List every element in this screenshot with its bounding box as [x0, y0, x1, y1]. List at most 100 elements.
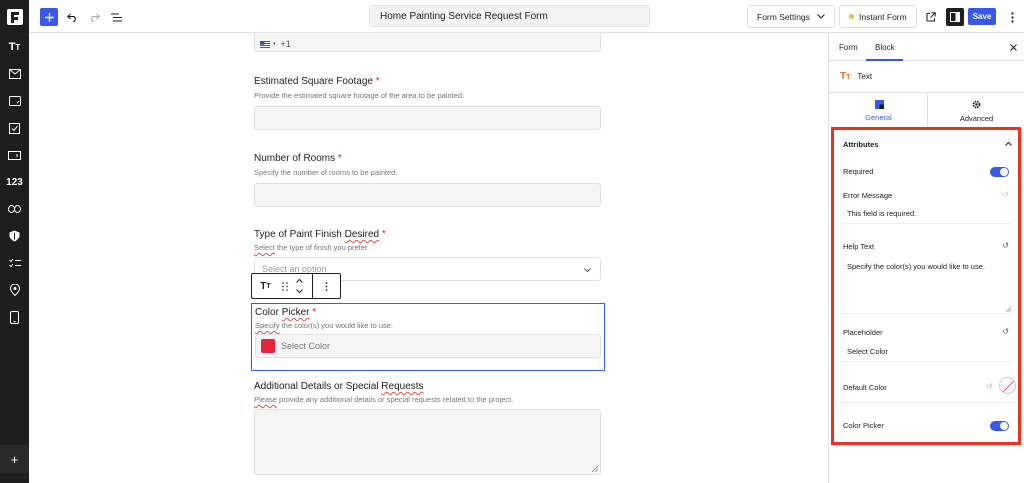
more-options-icon[interactable] — [1003, 8, 1021, 26]
add-block-button[interactable]: + — [0, 445, 29, 473]
block-inserter-button[interactable] — [40, 8, 58, 26]
help-text: the color(s) you would like to use. — [279, 321, 393, 330]
help-text-misspelled: Specify — [255, 321, 280, 330]
move-up-icon[interactable] — [293, 276, 305, 286]
reset-icon[interactable]: ↺ — [1002, 241, 1009, 250]
text-icon: TT — [840, 71, 851, 82]
label-text-misspelled: Picker — [281, 307, 310, 318]
settings-sidebar-toggle-icon[interactable] — [946, 8, 964, 26]
block-toolbar: TT — [251, 273, 341, 299]
link-icon[interactable] — [0, 196, 29, 222]
default-color-swatch[interactable] — [999, 377, 1016, 394]
error-message-value: This field is required. — [847, 209, 917, 218]
field-label: Number of Rooms * — [254, 153, 601, 164]
form-settings-button[interactable]: Form Settings — [747, 5, 835, 28]
block-options-icon[interactable] — [313, 274, 340, 298]
move-down-icon[interactable] — [293, 286, 305, 296]
country-selector[interactable]: ▾ +1 — [260, 39, 291, 49]
document-overview-icon[interactable] — [107, 8, 125, 26]
external-link-icon[interactable] — [922, 8, 940, 26]
save-button[interactable]: Save — [968, 8, 996, 25]
divider — [834, 402, 1018, 403]
rooms-input[interactable] — [254, 183, 601, 207]
block-type-label: Text — [857, 72, 873, 81]
mail-icon[interactable] — [0, 61, 29, 87]
chevron-down-icon — [817, 14, 825, 19]
field-help: Specify the number of rooms to be painte… — [254, 168, 398, 177]
form-settings-label: Form Settings — [757, 11, 810, 22]
label-text-misspelled: Requests — [381, 381, 424, 392]
close-icon[interactable] — [1010, 44, 1017, 51]
details-field: Additional Details or Special Requests P… — [254, 381, 601, 475]
field-help: Specify the color(s) you would like to u… — [255, 321, 601, 330]
placeholder-value: Select Color — [847, 347, 888, 356]
textarea-icon[interactable] — [0, 88, 29, 114]
sq-footage-input[interactable] — [254, 106, 601, 130]
phone-input[interactable]: ▾ +1 — [254, 33, 601, 52]
subtab-advanced-label: Advanced — [959, 114, 994, 123]
placeholder-input[interactable]: Select Color — [840, 340, 1012, 362]
panel-subtabs: General Advanced — [829, 92, 1024, 128]
active-tab-indicator — [866, 59, 903, 61]
color-picker-label: Color Picker — [843, 421, 884, 430]
attributes-section: Attributes Required Error Message ↺ This… — [831, 127, 1021, 445]
resize-handle-icon[interactable] — [592, 466, 598, 472]
subtab-general-label: General — [865, 113, 892, 122]
form-title-field[interactable]: Home Painting Service Request Form — [369, 5, 650, 27]
editor-topbar: Home Painting Service Request Form Form … — [29, 0, 1024, 33]
help-text-textarea[interactable]: Specify the color(s) you would like to u… — [840, 254, 1012, 314]
reset-icon[interactable]: ↺ — [1002, 190, 1009, 199]
instant-form-button[interactable]: Instant Form — [839, 5, 917, 28]
list-check-icon[interactable] — [0, 250, 29, 276]
label-text: Type of Paint Finish — [254, 229, 345, 240]
number-icon[interactable]: 123 — [0, 169, 29, 195]
label-text: Number of Rooms — [254, 153, 336, 164]
drag-handle-icon[interactable] — [279, 278, 291, 294]
sq-footage-field: Estimated Square Footage * Provide the e… — [254, 76, 601, 130]
field-help: Select the type of finish you prefer. — [254, 243, 601, 252]
color-picker-field: Color Picker * Specify the color(s) you … — [255, 307, 601, 358]
input-icon[interactable] — [0, 142, 29, 168]
required-asterisk: * — [381, 229, 386, 240]
tab-form[interactable]: Form — [839, 43, 858, 52]
location-pin-icon[interactable] — [0, 277, 29, 303]
block-card: TT Text — [840, 71, 872, 82]
shield-icon[interactable] — [0, 223, 29, 249]
label-text: Color — [255, 307, 282, 318]
app-logo[interactable] — [0, 0, 29, 33]
help-text-label: Help Text — [843, 242, 875, 251]
tab-block[interactable]: Block — [875, 43, 895, 52]
checkbox-icon[interactable] — [0, 115, 29, 141]
chevron-up-icon[interactable] — [1005, 142, 1012, 146]
subtab-advanced[interactable]: Advanced — [928, 93, 1024, 128]
details-textarea[interactable] — [254, 409, 601, 475]
mobile-icon[interactable] — [0, 304, 29, 330]
required-label: Required — [843, 167, 874, 176]
color-select-input[interactable]: Select Color — [255, 334, 601, 358]
text-icon[interactable]: TT — [0, 34, 29, 60]
field-label: Type of Paint Finish Desired * — [254, 229, 601, 240]
block-type-text-icon[interactable]: TT — [252, 274, 279, 298]
undo-icon[interactable] — [63, 8, 81, 26]
placeholder-label: Placeholder — [843, 328, 883, 337]
status-dot-icon — [849, 14, 854, 19]
required-asterisk: * — [312, 307, 317, 318]
color-swatch[interactable] — [261, 339, 275, 353]
reset-icon[interactable]: ↺ — [986, 382, 993, 391]
chevron-down-icon — [584, 268, 591, 272]
required-asterisk: * — [375, 76, 380, 87]
help-text-misspelled: Please — [254, 395, 277, 404]
subtab-general[interactable]: General — [829, 93, 928, 128]
reset-icon[interactable]: ↺ — [1002, 327, 1009, 336]
redo-icon[interactable] — [85, 8, 103, 26]
field-label: Color Picker * — [255, 307, 601, 318]
color-picker-toggle[interactable] — [990, 421, 1009, 431]
resize-handle-icon[interactable] — [1006, 307, 1011, 312]
color-picker-block[interactable]: Color Picker * Specify the color(s) you … — [251, 303, 605, 371]
help-text-value: Specify the color(s) you would like to u… — [847, 262, 985, 271]
error-message-input[interactable]: This field is required. — [840, 202, 1012, 224]
default-color-label: Default Color — [843, 383, 887, 392]
field-label: Additional Details or Special Requests — [254, 381, 601, 392]
help-text-misspelled: Select — [254, 243, 275, 252]
required-toggle[interactable] — [990, 167, 1009, 177]
